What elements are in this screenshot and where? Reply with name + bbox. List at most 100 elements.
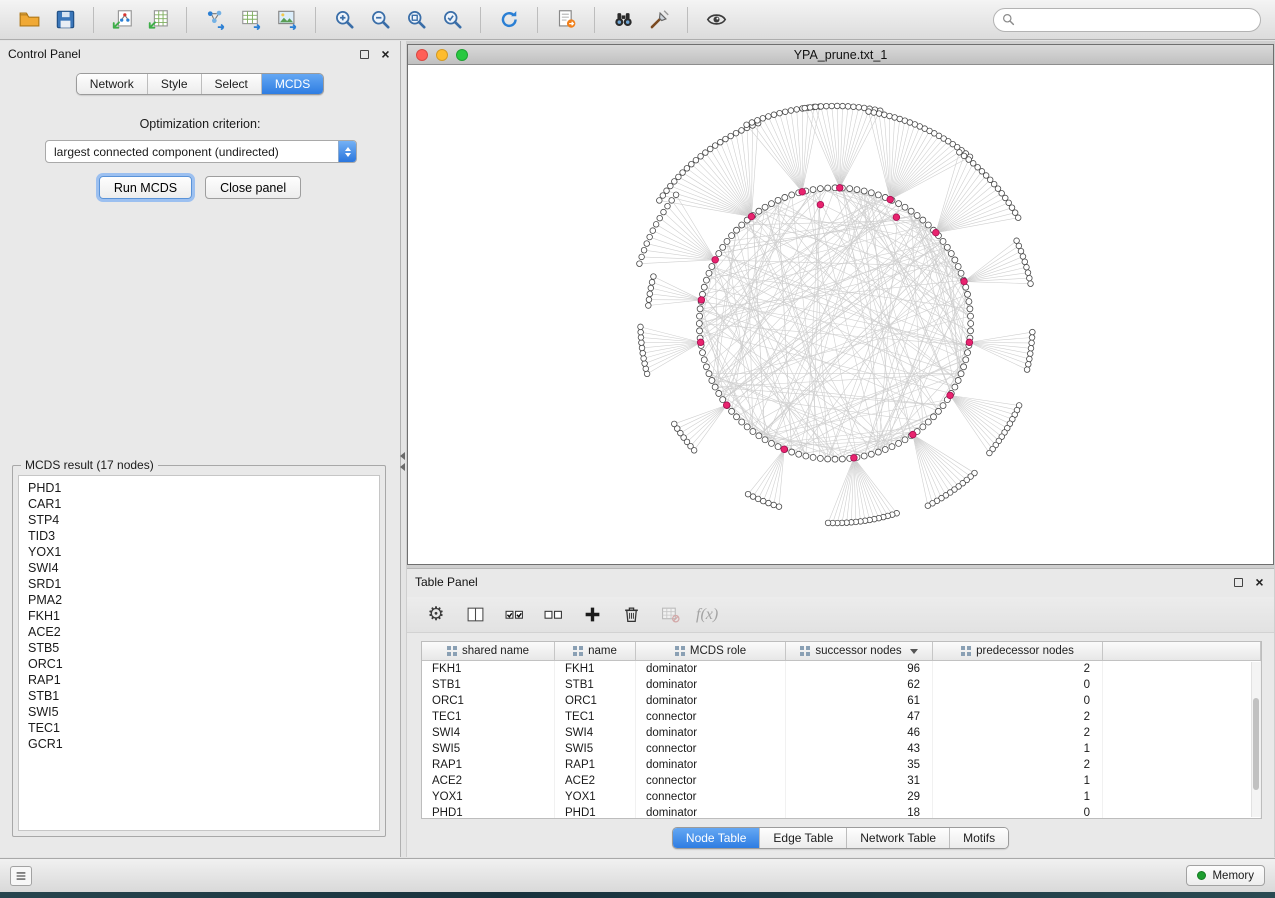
add-row-icon[interactable] (579, 602, 605, 628)
export-table-icon[interactable] (236, 6, 266, 34)
zoom-out-icon[interactable] (365, 6, 395, 34)
table-cell: 43 (786, 741, 933, 757)
mcds-result-item[interactable]: ORC1 (19, 656, 379, 672)
network-graph[interactable] (408, 66, 1273, 564)
column-header-filler (1103, 642, 1261, 660)
mcds-result-item[interactable]: STP4 (19, 512, 379, 528)
memory-button[interactable]: Memory (1186, 865, 1265, 886)
deselect-all-rows-icon[interactable] (540, 602, 566, 628)
save-session-icon[interactable] (50, 6, 80, 34)
clone-network-icon[interactable] (551, 6, 581, 34)
column-header-successor-nodes[interactable]: successor nodes (786, 642, 933, 660)
table-row[interactable]: ORC1ORC1dominator610 (422, 693, 1261, 709)
table-cell: SWI4 (422, 725, 555, 741)
task-history-icon[interactable] (10, 866, 32, 886)
tab-network-table[interactable]: Network Table (847, 828, 950, 848)
tab-select[interactable]: Select (202, 74, 262, 94)
table-row[interactable]: FKH1FKH1dominator962 (422, 661, 1261, 677)
column-header-predecessor-nodes[interactable]: predecessor nodes (933, 642, 1103, 660)
show-hide-icon[interactable] (701, 6, 731, 34)
close-window-icon[interactable] (416, 49, 428, 61)
zoom-in-icon[interactable] (329, 6, 359, 34)
control-panel-title: Control Panel (8, 47, 81, 61)
minimize-window-icon[interactable] (436, 49, 448, 61)
status-bar: Memory (0, 858, 1275, 892)
tab-motifs[interactable]: Motifs (950, 828, 1008, 848)
column-layout-icon[interactable] (462, 602, 488, 628)
table-row[interactable]: SWI5SWI5connector431 (422, 741, 1261, 757)
tab-style[interactable]: Style (148, 74, 202, 94)
network-window-titlebar[interactable]: YPA_prune.txt_1 (408, 45, 1273, 65)
mcds-result-item[interactable]: PMA2 (19, 592, 379, 608)
search-box[interactable] (993, 8, 1261, 32)
mcds-result-item[interactable]: PHD1 (19, 480, 379, 496)
table-vertical-scrollbar[interactable] (1251, 662, 1260, 817)
select-all-rows-icon[interactable] (501, 602, 527, 628)
column-header-name[interactable]: name (555, 642, 636, 660)
table-cell: ORC1 (555, 693, 636, 709)
function-builder-button[interactable]: f(x) (696, 606, 718, 624)
table-cell: 62 (786, 677, 933, 693)
mcds-result-item[interactable]: RAP1 (19, 672, 379, 688)
table-row[interactable]: PHD1PHD1dominator180 (422, 805, 1261, 819)
control-panel-header: Control Panel × (0, 41, 400, 67)
table-settings-icon[interactable]: ⚙ (423, 602, 449, 628)
mcds-result-item[interactable]: GCR1 (19, 736, 379, 752)
import-network-file-icon[interactable] (107, 6, 137, 34)
search-input[interactable] (1020, 13, 1252, 27)
zoom-fit-icon[interactable] (401, 6, 431, 34)
style-tool-icon[interactable] (644, 6, 674, 34)
mcds-result-item[interactable]: TEC1 (19, 720, 379, 736)
float-table-panel-icon[interactable] (1232, 576, 1245, 589)
mcds-result-item[interactable]: YOX1 (19, 544, 379, 560)
optimization-criterion-label: Optimization criterion: (0, 117, 400, 131)
network-window-title: YPA_prune.txt_1 (408, 48, 1273, 62)
export-network-icon[interactable] (200, 6, 230, 34)
refresh-network-icon[interactable] (494, 6, 524, 34)
run-mcds-button[interactable]: Run MCDS (99, 176, 192, 199)
tab-mcds[interactable]: MCDS (262, 74, 323, 94)
table-row[interactable]: ACE2ACE2connector311 (422, 773, 1261, 789)
mcds-result-item[interactable]: CAR1 (19, 496, 379, 512)
tab-network[interactable]: Network (77, 74, 148, 94)
scrollbar-thumb[interactable] (1253, 698, 1259, 790)
toolbar-separator (594, 7, 595, 33)
table-cell: 2 (933, 709, 1103, 725)
float-panel-icon[interactable] (358, 48, 371, 61)
mcds-result-item[interactable]: SWI5 (19, 704, 379, 720)
tab-node-table[interactable]: Node Table (673, 828, 761, 848)
criterion-dropdown[interactable]: largest connected component (undirected) (45, 140, 357, 163)
close-table-panel-icon[interactable]: × (1253, 576, 1266, 589)
import-table-file-icon[interactable] (143, 6, 173, 34)
zoom-selected-icon[interactable] (437, 6, 467, 34)
toolbar-separator (186, 7, 187, 33)
mcds-result-item[interactable]: SRD1 (19, 576, 379, 592)
table-cell: 2 (933, 757, 1103, 773)
delete-row-icon[interactable] (618, 602, 644, 628)
mcds-result-item[interactable]: STB1 (19, 688, 379, 704)
toolbar-separator (480, 7, 481, 33)
mcds-result-item[interactable]: TID3 (19, 528, 379, 544)
panel-splitter-handle[interactable] (399, 448, 406, 474)
table-row[interactable]: RAP1RAP1dominator352 (422, 757, 1261, 773)
close-panel-icon[interactable]: × (379, 48, 392, 61)
mcds-result-item[interactable]: STB5 (19, 640, 379, 656)
first-neighbors-icon[interactable] (608, 6, 638, 34)
node-table: shared namenameMCDS rolesuccessor nodesp… (421, 641, 1262, 819)
column-header-MCDS-role[interactable]: MCDS role (636, 642, 786, 660)
mcds-result-item[interactable]: FKH1 (19, 608, 379, 624)
table-row[interactable]: TEC1TEC1connector472 (422, 709, 1261, 725)
column-header-shared-name[interactable]: shared name (422, 642, 555, 660)
tab-edge-table[interactable]: Edge Table (760, 828, 847, 848)
export-image-icon[interactable] (272, 6, 302, 34)
network-canvas[interactable] (408, 66, 1273, 564)
open-file-icon[interactable] (14, 6, 44, 34)
close-panel-button[interactable]: Close panel (205, 176, 301, 199)
control-panel-tabs: NetworkStyleSelectMCDS (76, 73, 324, 95)
table-row[interactable]: YOX1YOX1connector291 (422, 789, 1261, 805)
table-row[interactable]: SWI4SWI4dominator462 (422, 725, 1261, 741)
mcds-result-item[interactable]: ACE2 (19, 624, 379, 640)
table-row[interactable]: STB1STB1dominator620 (422, 677, 1261, 693)
maximize-window-icon[interactable] (456, 49, 468, 61)
mcds-result-item[interactable]: SWI4 (19, 560, 379, 576)
